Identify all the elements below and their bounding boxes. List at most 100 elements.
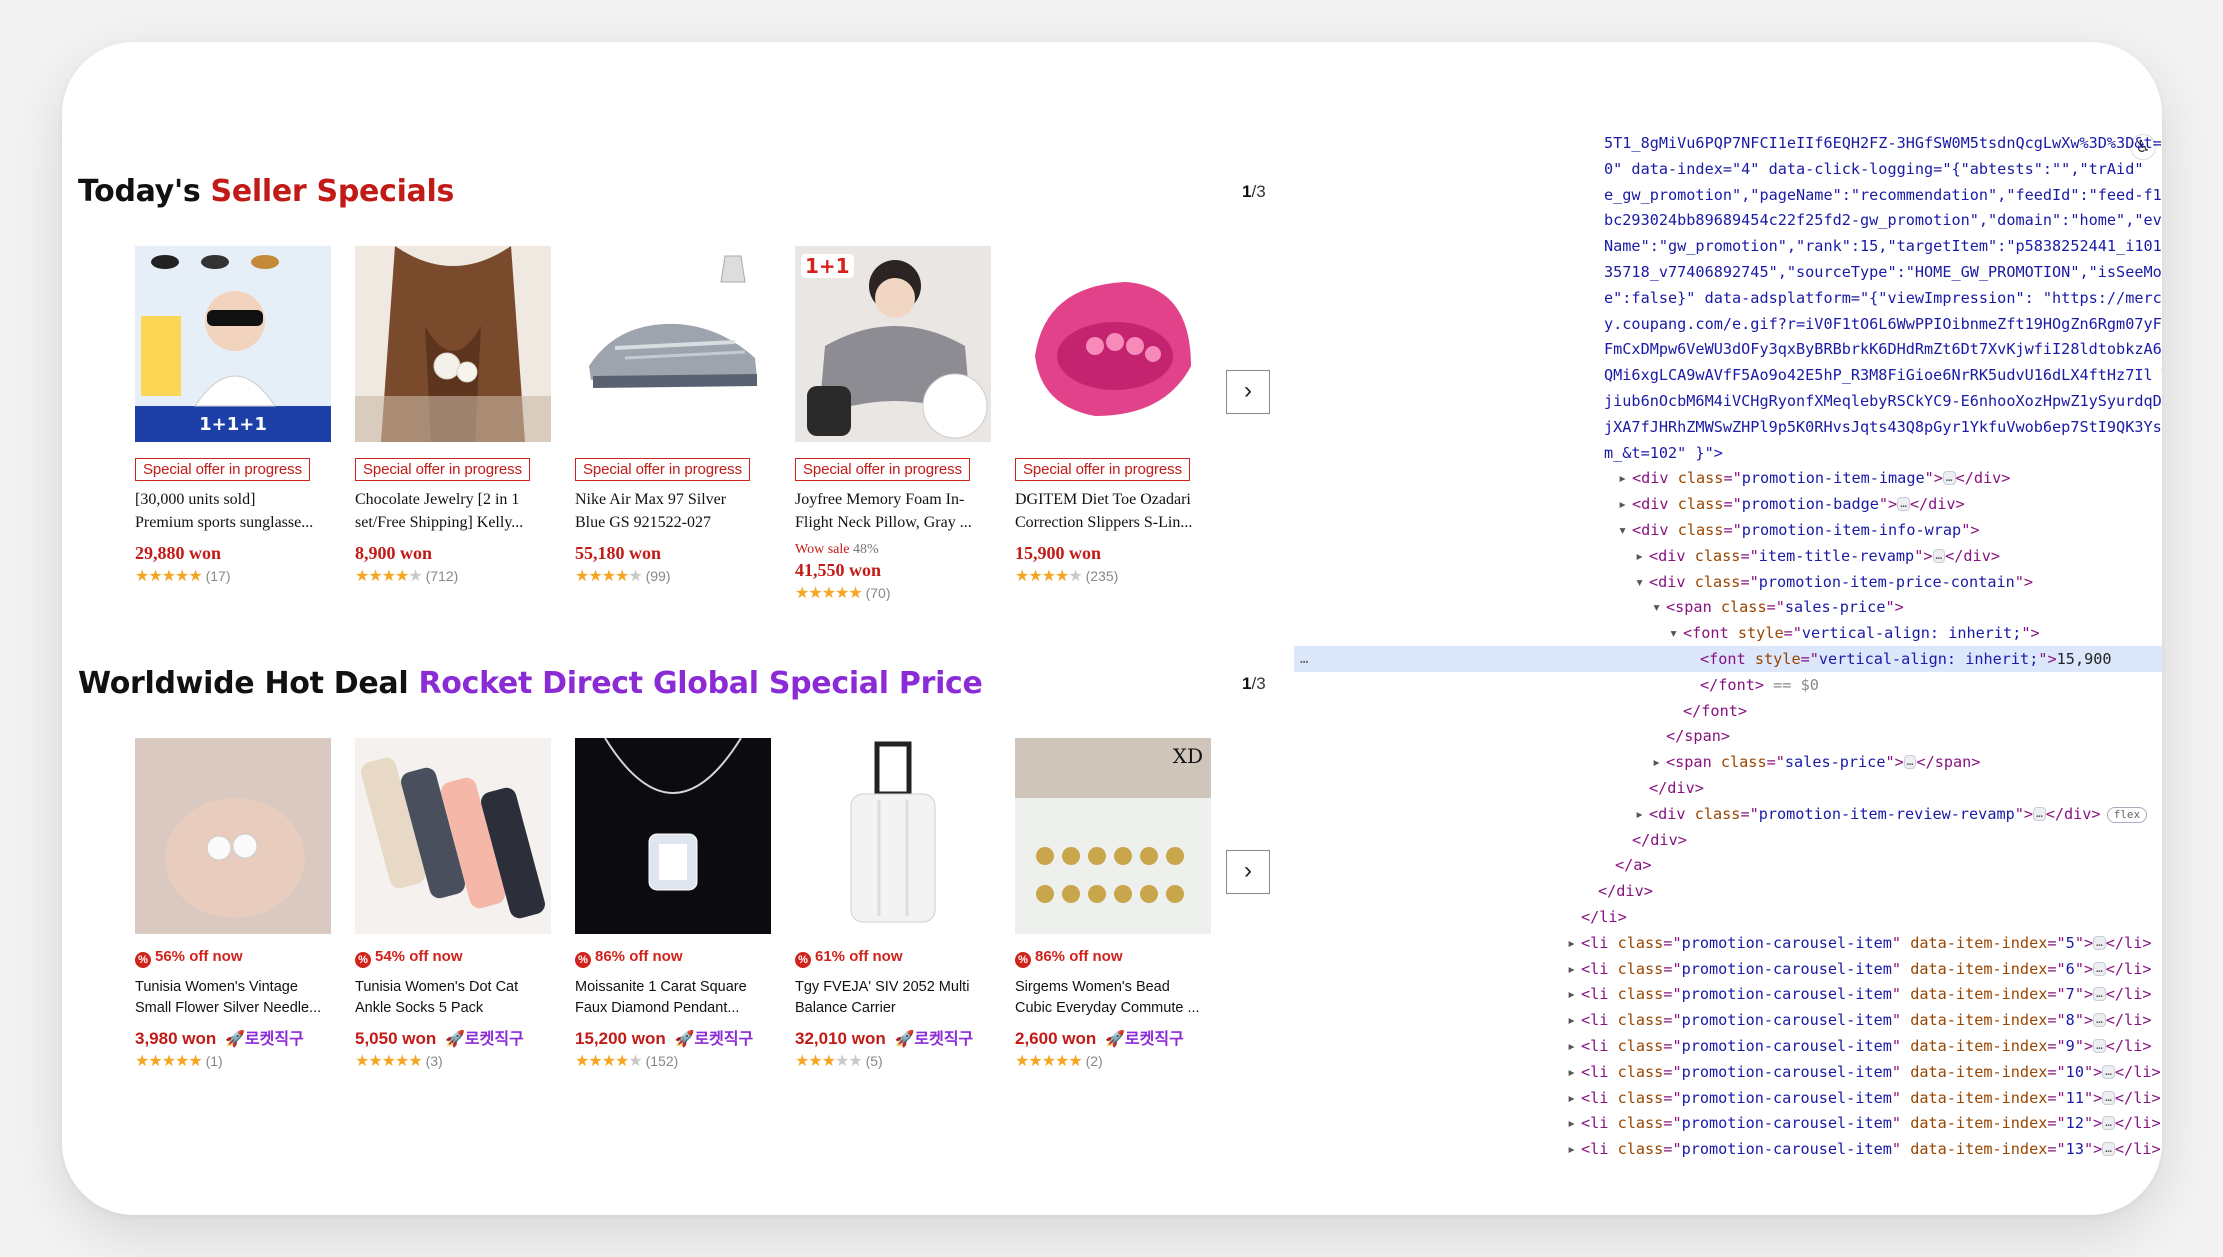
expand-closed-icon[interactable]: ▸ [1635, 543, 1649, 569]
expand-closed-icon[interactable]: ▸ [1567, 1033, 1581, 1059]
expand-open-icon[interactable]: ▾ [1618, 517, 1632, 543]
product-image-sneaker[interactable] [575, 246, 771, 442]
product-image-flower-earrings[interactable] [135, 738, 331, 934]
dom-tree-line[interactable]: ▸ <li class="promotion-carousel-item" dat… [1294, 930, 2162, 956]
expand-closed-icon[interactable]: ▸ [1567, 1085, 1581, 1111]
product-name[interactable]: Tgy FVEJA' SIV 2052 Multi Balance Carrie… [795, 977, 991, 1019]
dom-tree-line[interactable]: ▾ <div class="promotion-item-price-contai… [1294, 569, 2162, 595]
collapsed-children-icon[interactable]: … [2093, 987, 2106, 1002]
dom-tree-line[interactable]: ▾ <span class="sales-price"> [1294, 594, 2162, 620]
dom-tree-line[interactable]: </font> == $0 [1294, 672, 2162, 698]
product-card[interactable]: Special offer in progress Nike Air Max 9… [575, 246, 771, 586]
carousel-next-button[interactable]: › [1226, 370, 1270, 414]
product-name[interactable]: Joyfree Memory Foam In- Flight Neck Pill… [795, 488, 991, 534]
collapsed-children-icon[interactable]: … [1903, 755, 1917, 770]
product-card[interactable]: Special offer in progress DGITEM Diet To… [1015, 246, 1211, 586]
dom-tree-line[interactable]: </div> [1294, 775, 2162, 801]
dom-tree-line[interactable]: m_&t=102" }"> [1294, 440, 2162, 466]
product-card[interactable]: XD % 86% off now Sirgems Women's Bead Cub… [1015, 738, 1211, 1071]
more-actions-icon[interactable]: … [1300, 646, 1308, 672]
product-image-sunglasses[interactable]: 1+1+1 [135, 246, 331, 442]
dom-tree-line[interactable]: ▸ <div class="promotion-item-review-revam… [1294, 801, 2162, 827]
product-card[interactable]: 1+1+1 Special offer in progress [30,000 … [135, 246, 331, 586]
dom-tree-line[interactable]: ▸ <li class="promotion-carousel-item" dat… [1294, 981, 2162, 1007]
product-name[interactable]: Tunisia Women's Vintage Small Flower Sil… [135, 977, 331, 1019]
product-image-neck-pillow[interactable]: 1+1 [795, 246, 991, 442]
expand-closed-icon[interactable]: ▸ [1618, 491, 1632, 517]
dom-tree-line[interactable]: FmCxDMpw6VeWU3dOFy3qxByBRBbrkK6DHdRmZt6D… [1294, 336, 2162, 362]
dom-tree-line[interactable]: e_gw_promotion","pageName":"recommendati… [1294, 182, 2162, 208]
product-name[interactable]: Sirgems Women's Bead Cubic Everyday Comm… [1015, 977, 1211, 1019]
collapsed-children-icon[interactable]: … [2093, 935, 2106, 950]
dom-tree-line[interactable]: y.coupang.com/e.gif?r=iV0F1tO6L6WwPPIOib… [1294, 311, 2162, 337]
product-name[interactable]: DGITEM Diet Toe Ozadari Correction Slipp… [1015, 488, 1211, 534]
dom-tree-line[interactable]: 35718_v77406892745","sourceType":"HOME_G… [1294, 259, 2162, 285]
dom-tree-line[interactable]: ▸ <li class="promotion-carousel-item" dat… [1294, 1007, 2162, 1033]
collapsed-children-icon[interactable]: … [2102, 1142, 2115, 1157]
collapsed-children-icon[interactable]: … [2102, 1064, 2115, 1079]
product-card[interactable]: % 56% off now Tunisia Women's Vintage Sma… [135, 738, 331, 1071]
product-image-suitcase[interactable] [795, 738, 991, 934]
expand-closed-icon[interactable]: ▸ [1567, 930, 1581, 956]
expand-closed-icon[interactable]: ▸ [1567, 956, 1581, 982]
product-image-slipper[interactable] [1015, 246, 1211, 442]
product-image-pendant[interactable] [575, 738, 771, 934]
product-card[interactable]: % 86% off now Moissanite 1 Carat Square F… [575, 738, 771, 1071]
dom-tree-line[interactable]: jiub6nOcbM6M4iVCHgRyonfXMeqlebyRSCkYC9-E… [1294, 388, 2162, 414]
dom-tree-line[interactable]: </span> [1294, 723, 2162, 749]
dom-tree-line[interactable]: ▸ <li class="promotion-carousel-item" dat… [1294, 956, 2162, 982]
dom-tree-line[interactable]: ▸ <div class="promotion-item-image">… </di… [1294, 465, 2162, 491]
dom-tree-line[interactable]: </div> [1294, 878, 2162, 904]
carousel-next-button[interactable]: › [1226, 850, 1270, 894]
dom-tree-line[interactable]: QMi6xgLCA9wAVfF5Ao9o42E5hP_R3M8FiGioe6Nr… [1294, 362, 2162, 388]
dom-tree-line[interactable]: </a> [1294, 852, 2162, 878]
product-card[interactable]: 1+1 Special offer in progress Joyfree Me… [795, 246, 991, 603]
dom-tree-line[interactable]: <font style="vertical-align: inherit;">1… [1294, 646, 2162, 672]
product-card[interactable]: % 54% off now Tunisia Women's Dot Cat Ank… [355, 738, 551, 1071]
dom-tree-line[interactable]: ▸ <li class="promotion-carousel-item" dat… [1294, 1085, 2162, 1111]
product-name[interactable]: Chocolate Jewelry [2 in 1 set/Free Shipp… [355, 488, 551, 534]
dom-tree-line[interactable]: </li> [1294, 904, 2162, 930]
dom-tree-line[interactable]: ▸ <li class="promotion-carousel-item" dat… [1294, 1059, 2162, 1085]
dom-tree-line[interactable]: ▾ <font style="vertical-align: inherit;"> [1294, 620, 2162, 646]
dom-tree-line[interactable]: ▸ <div class="promotion-badge">… </div> [1294, 491, 2162, 517]
dom-tree-line[interactable]: 0" data-index="4" data-click-logging="{"… [1294, 156, 2162, 182]
collapsed-children-icon[interactable]: … [2033, 806, 2046, 821]
product-image-cat-socks[interactable] [355, 738, 551, 934]
product-name[interactable]: Tunisia Women's Dot Cat Ankle Socks 5 Pa… [355, 977, 551, 1019]
dom-tree-line[interactable]: jXA7fJHRhZMWSwZHPl9p5K0RHvsJqts43Q8pGyr1… [1294, 414, 2162, 440]
expand-open-icon[interactable]: ▾ [1652, 594, 1666, 620]
dom-tree-line[interactable]: ▸ <li class="promotion-carousel-item" dat… [1294, 1136, 2162, 1162]
dom-tree-line[interactable]: </div> [1294, 827, 2162, 853]
collapsed-children-icon[interactable]: … [2102, 1090, 2115, 1105]
product-name[interactable]: Nike Air Max 97 Silver Blue GS 921522-02… [575, 488, 771, 534]
expand-closed-icon[interactable]: ▸ [1567, 1059, 1581, 1085]
dom-tree-line[interactable]: ▸ <div class="item-title-revamp">… </div> [1294, 543, 2162, 569]
collapsed-children-icon[interactable]: … [2102, 1116, 2115, 1131]
product-name[interactable]: Moissanite 1 Carat Square Faux Diamond P… [575, 977, 771, 1019]
product-name[interactable]: [30,000 units sold] Premium sports sungl… [135, 488, 331, 534]
expand-closed-icon[interactable]: ▸ [1635, 801, 1649, 827]
product-image-earring-set[interactable]: XD [1015, 738, 1211, 934]
dom-tree-line[interactable]: 5T1_8gMiVu6PQP7NFCI1eIIf6EQH2FZ-3HGfSW0M… [1294, 130, 2162, 156]
product-card[interactable]: Special offer in progress Chocolate Jewe… [355, 246, 551, 586]
collapsed-children-icon[interactable]: … [2093, 961, 2106, 976]
expand-closed-icon[interactable]: ▸ [1652, 749, 1666, 775]
dom-tree-line[interactable]: ▾ <div class="promotion-item-info-wrap"> [1294, 517, 2162, 543]
dom-tree-line[interactable]: ▸ <span class="sales-price">… </span> [1294, 749, 2162, 775]
collapsed-children-icon[interactable]: … [1932, 548, 1946, 563]
devtools-elements-panel[interactable]: ♿ 5T1_8gMiVu6PQP7NFCI1eIIf6EQH2FZ-3HGfSW… [1294, 120, 2162, 1180]
collapsed-children-icon[interactable]: … [1942, 471, 1956, 486]
dom-tree-line[interactable]: ▸ <li class="promotion-carousel-item" dat… [1294, 1033, 2162, 1059]
expand-closed-icon[interactable]: ▸ [1567, 981, 1581, 1007]
expand-open-icon[interactable]: ▾ [1669, 620, 1683, 646]
collapsed-children-icon[interactable]: … [1897, 497, 1910, 512]
product-image-hair-tie[interactable] [355, 246, 551, 442]
product-card[interactable]: % 61% off now Tgy FVEJA' SIV 2052 Multi B… [795, 738, 991, 1071]
dom-tree-line[interactable]: ▸ <li class="promotion-carousel-item" dat… [1294, 1110, 2162, 1136]
expand-open-icon[interactable]: ▾ [1635, 569, 1649, 595]
expand-closed-icon[interactable]: ▸ [1567, 1007, 1581, 1033]
collapsed-children-icon[interactable]: … [2093, 1039, 2106, 1053]
expand-closed-icon[interactable]: ▸ [1567, 1136, 1581, 1162]
dom-tree-line[interactable]: e":false}" data-adsplatform="{"viewImpre… [1294, 285, 2162, 311]
